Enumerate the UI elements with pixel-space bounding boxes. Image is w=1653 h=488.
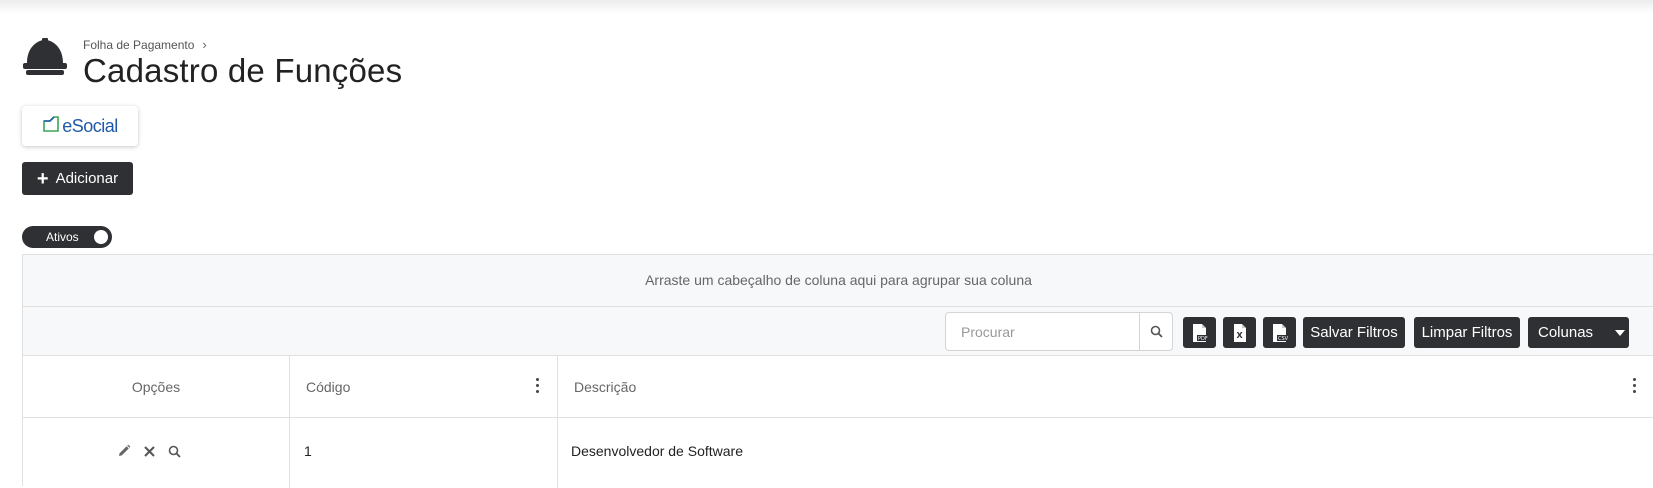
toggle-label: Ativos (46, 230, 79, 244)
svg-text:CSV: CSV (1278, 336, 1289, 342)
active-toggle[interactable]: Ativos (22, 226, 112, 248)
column-header-codigo-label: Código (306, 378, 351, 395)
export-pdf-button[interactable]: PDF (1183, 317, 1216, 348)
column-menu-icon[interactable] (536, 378, 540, 393)
breadcrumb-item-folha[interactable]: Folha de Pagamento (83, 38, 194, 52)
search-icon (1150, 325, 1163, 338)
columns-label: Colunas (1538, 324, 1594, 341)
svg-text:PDF: PDF (1198, 336, 1208, 342)
column-menu-icon[interactable] (1633, 378, 1637, 393)
row-options-cell (23, 418, 290, 488)
column-header-descricao[interactable]: Descrição (559, 356, 1653, 417)
toggle-knob (94, 230, 108, 244)
search-input[interactable] (946, 313, 1142, 350)
top-bar-shadow (0, 0, 1653, 14)
search-box (945, 312, 1173, 351)
page-title: Cadastro de Funções (83, 52, 403, 89)
data-grid: Arraste um cabeçalho de coluna aqui para… (22, 254, 1653, 488)
column-header-descricao-label: Descrição (574, 378, 637, 395)
esocial-logo-icon (42, 115, 60, 138)
plus-icon: + (36, 167, 49, 190)
add-button-label: Adicionar (55, 170, 119, 187)
edit-pencil-icon[interactable] (117, 444, 131, 461)
column-header-codigo[interactable]: Código (291, 356, 558, 417)
export-csv-button[interactable]: CSV (1263, 317, 1296, 348)
svg-text:X: X (1236, 331, 1243, 340)
grid-header-row: Opções Código Descrição (23, 356, 1653, 418)
add-button[interactable]: + Adicionar (22, 162, 133, 195)
csv-export-icon: CSV (1272, 323, 1289, 342)
pdf-export-icon: PDF (1192, 323, 1209, 342)
group-panel[interactable]: Arraste um cabeçalho de coluna aqui para… (23, 255, 1653, 307)
hard-hat-icon (22, 36, 68, 76)
save-filters-button[interactable]: Salvar Filtros (1303, 317, 1405, 348)
row-descricao-cell: Desenvolvedor de Software (571, 443, 743, 459)
view-search-icon[interactable] (168, 445, 181, 461)
table-row: 1 Desenvolvedor de Software (23, 418, 1653, 488)
column-header-opcoes[interactable]: Opções (23, 356, 290, 417)
esocial-label: eSocial (62, 115, 118, 136)
columns-dropdown[interactable]: Colunas (1528, 317, 1629, 348)
row-codigo-cell: 1 (291, 418, 558, 488)
search-button[interactable] (1139, 313, 1172, 350)
esocial-button[interactable]: eSocial (22, 106, 138, 146)
breadcrumb: Folha de Pagamento › (83, 37, 207, 52)
grid-toolbar: PDF X CSV Salvar Filtros Limpar Filtros … (23, 307, 1653, 356)
clear-filters-button[interactable]: Limpar Filtros (1414, 317, 1520, 348)
excel-export-icon: X (1233, 323, 1246, 342)
export-excel-button[interactable]: X (1223, 317, 1256, 348)
delete-x-icon[interactable] (143, 445, 156, 461)
caret-down-icon (1615, 329, 1626, 336)
chevron-right-icon: › (202, 37, 207, 52)
